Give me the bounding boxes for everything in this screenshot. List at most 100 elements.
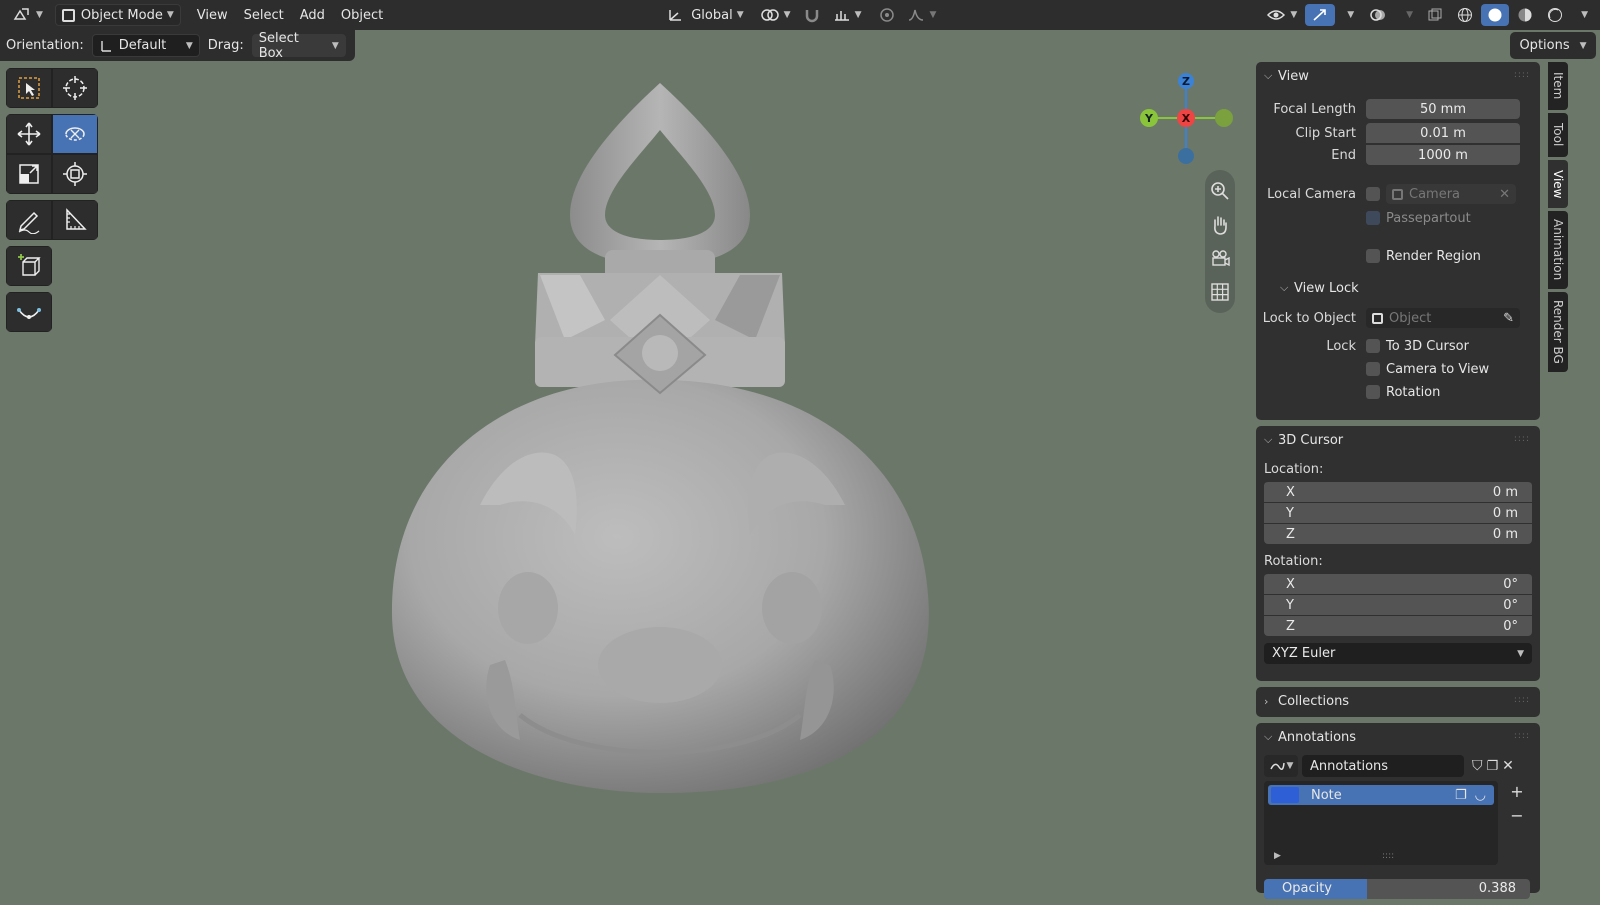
cursor-rotation-z[interactable]: Z 0° bbox=[1264, 615, 1532, 636]
view-panel-header[interactable]: ⌵ View bbox=[1256, 62, 1540, 90]
to-3d-cursor-checkbox[interactable] bbox=[1366, 339, 1380, 353]
proportional-edit-toggle[interactable] bbox=[873, 4, 901, 26]
annotations-panel: ⌵ Annotations :::: ▼ Annotations ⛉ ❐ ✕ N… bbox=[1256, 723, 1540, 899]
drag-label: Drag: bbox=[207, 38, 244, 53]
tab-item[interactable]: Item bbox=[1548, 62, 1568, 110]
snap-toggle[interactable] bbox=[797, 4, 827, 26]
menu-select[interactable]: Select bbox=[236, 4, 292, 26]
cursor-panel-header[interactable]: ⌵ 3D Cursor bbox=[1256, 426, 1540, 454]
viewport-mesh-ornament[interactable] bbox=[380, 75, 940, 800]
layer-color-swatch[interactable] bbox=[1271, 787, 1299, 803]
annotation-datablock-field[interactable]: Annotations bbox=[1302, 755, 1464, 777]
expand-triangle-icon[interactable]: ▶ bbox=[1274, 851, 1281, 861]
cursor-rotation-x[interactable]: X 0° bbox=[1264, 573, 1532, 594]
annotations-panel-header[interactable]: ⌵ Annotations bbox=[1256, 723, 1540, 751]
chevron-down-icon: ⌵ bbox=[1264, 69, 1273, 82]
mode-dropdown[interactable]: Object Mode ▼ bbox=[54, 4, 181, 26]
rotate-tool[interactable] bbox=[52, 114, 98, 154]
opacity-value: 0.388 bbox=[1478, 881, 1516, 896]
proportional-falloff-dropdown[interactable]: ▼ bbox=[901, 4, 942, 26]
rotation-mode-dropdown[interactable]: XYZ Euler ▼ bbox=[1264, 643, 1532, 664]
tab-render-bg[interactable]: Render BG bbox=[1548, 292, 1568, 372]
annotation-layer-list[interactable]: Note ❐ ◡ ▶ :::: bbox=[1264, 781, 1498, 865]
solid-shading-button[interactable] bbox=[1481, 4, 1510, 26]
editor-type-button[interactable]: ▼ bbox=[6, 4, 49, 26]
resize-grip-icon[interactable]: :::: bbox=[1382, 851, 1394, 861]
solid-sphere-icon bbox=[1488, 8, 1502, 22]
curve-tool[interactable] bbox=[6, 292, 52, 332]
gizmo-neg-y[interactable] bbox=[1215, 109, 1233, 127]
unlink-x-icon[interactable]: ✕ bbox=[1502, 758, 1514, 774]
focal-length-field[interactable]: 50 mm bbox=[1366, 99, 1520, 119]
clip-end-field[interactable]: 1000 m bbox=[1366, 145, 1520, 165]
rendered-shading-button[interactable] bbox=[1541, 4, 1569, 26]
add-layer-plus-icon[interactable]: + bbox=[1506, 781, 1528, 801]
camera-view-icon[interactable] bbox=[1209, 247, 1231, 269]
navigation-gizmo[interactable]: Z Y X bbox=[1138, 70, 1238, 170]
annotate-tool[interactable] bbox=[6, 200, 52, 240]
tab-view[interactable]: View bbox=[1548, 160, 1568, 208]
hide-toggle-icon[interactable]: ◡ bbox=[1475, 788, 1486, 803]
grid-perspective-icon[interactable] bbox=[1209, 281, 1231, 303]
menu-add[interactable]: Add bbox=[292, 4, 333, 26]
options-dropdown[interactable]: Options ▼ bbox=[1510, 32, 1596, 59]
select-box-tool[interactable] bbox=[6, 68, 52, 108]
cursor-location-z[interactable]: Z 0 m bbox=[1264, 523, 1532, 544]
tab-animation[interactable]: Animation bbox=[1548, 211, 1568, 289]
overlays-toggle[interactable] bbox=[1362, 4, 1394, 26]
transform-tool[interactable] bbox=[52, 154, 98, 194]
move-tool[interactable] bbox=[6, 114, 52, 154]
transform-orientation-dropdown[interactable]: Global ▼ bbox=[661, 4, 749, 26]
annotation-browse-button[interactable]: ▼ bbox=[1264, 755, 1298, 777]
view-lock-subheader[interactable]: ⌵ View Lock bbox=[1256, 274, 1540, 302]
lock-label: Lock bbox=[1326, 338, 1356, 354]
menu-select-label: Select bbox=[243, 7, 284, 23]
drag-grip-icon[interactable]: :::: bbox=[1514, 695, 1530, 705]
cursor-tool[interactable] bbox=[52, 68, 98, 108]
material-shading-button[interactable] bbox=[1511, 4, 1539, 26]
add-cube-tool[interactable] bbox=[6, 246, 52, 286]
opacity-slider[interactable]: Opacity 0.388 bbox=[1264, 879, 1530, 899]
drag-grip-icon[interactable]: :::: bbox=[1514, 434, 1530, 444]
wireframe-shading-button[interactable] bbox=[1451, 4, 1479, 26]
visibility-dropdown[interactable]: ▼ bbox=[1260, 4, 1303, 26]
local-camera-checkbox[interactable] bbox=[1366, 187, 1380, 201]
onion-skin-icon[interactable]: ❐ bbox=[1455, 788, 1467, 803]
orientation-dropdown[interactable]: Default ▼ bbox=[91, 34, 200, 57]
cursor-location-x[interactable]: X 0 m bbox=[1264, 481, 1532, 502]
gizmo-dropdown[interactable]: ▼ bbox=[1337, 4, 1360, 26]
scale-tool[interactable] bbox=[6, 154, 52, 194]
menu-object[interactable]: Object bbox=[333, 4, 391, 26]
xray-toggle[interactable] bbox=[1421, 4, 1449, 26]
lock-rotation-checkbox[interactable] bbox=[1366, 385, 1380, 399]
cursor-location-y[interactable]: Y 0 m bbox=[1264, 502, 1532, 523]
camera-field[interactable]: Camera ✕ bbox=[1386, 184, 1516, 204]
duplicate-icon[interactable]: ❐ bbox=[1487, 759, 1499, 774]
cursor-rotation-y[interactable]: Y 0° bbox=[1264, 594, 1532, 615]
remove-layer-minus-icon[interactable]: − bbox=[1506, 805, 1528, 825]
annotation-layer-note[interactable]: Note ❐ ◡ bbox=[1268, 785, 1494, 805]
cursor-rotation-label: Rotation: bbox=[1264, 554, 1323, 569]
lock-object-field[interactable]: Object ✎ bbox=[1366, 308, 1520, 328]
fake-user-shield-icon[interactable]: ⛉ bbox=[1472, 758, 1483, 774]
collections-panel-header[interactable]: › Collections bbox=[1256, 687, 1540, 715]
tab-tool[interactable]: Tool bbox=[1548, 113, 1568, 157]
clip-start-field[interactable]: 0.01 m bbox=[1366, 123, 1520, 143]
shading-dropdown[interactable]: ▼ bbox=[1571, 4, 1594, 26]
passepartout-checkbox[interactable] bbox=[1366, 211, 1380, 225]
snap-target-dropdown[interactable]: ▼ bbox=[827, 4, 868, 26]
eyedropper-icon[interactable]: ✎ bbox=[1503, 311, 1514, 326]
render-region-checkbox[interactable] bbox=[1366, 249, 1380, 263]
zoom-icon[interactable] bbox=[1209, 180, 1231, 202]
gizmo-neg-z[interactable] bbox=[1178, 148, 1194, 164]
measure-tool[interactable] bbox=[52, 200, 98, 240]
pivot-point-dropdown[interactable]: ▼ bbox=[754, 4, 797, 26]
hand-pan-icon[interactable] bbox=[1209, 214, 1231, 236]
gizmo-toggle[interactable] bbox=[1305, 4, 1336, 26]
overlays-dropdown[interactable]: ▼ bbox=[1396, 4, 1419, 26]
drag-grip-icon[interactable]: :::: bbox=[1514, 731, 1530, 741]
menu-view[interactable]: View bbox=[189, 4, 236, 26]
camera-to-view-checkbox[interactable] bbox=[1366, 362, 1380, 376]
drag-dropdown[interactable]: Select Box ▼ bbox=[251, 31, 346, 61]
drag-grip-icon[interactable]: :::: bbox=[1514, 70, 1530, 80]
